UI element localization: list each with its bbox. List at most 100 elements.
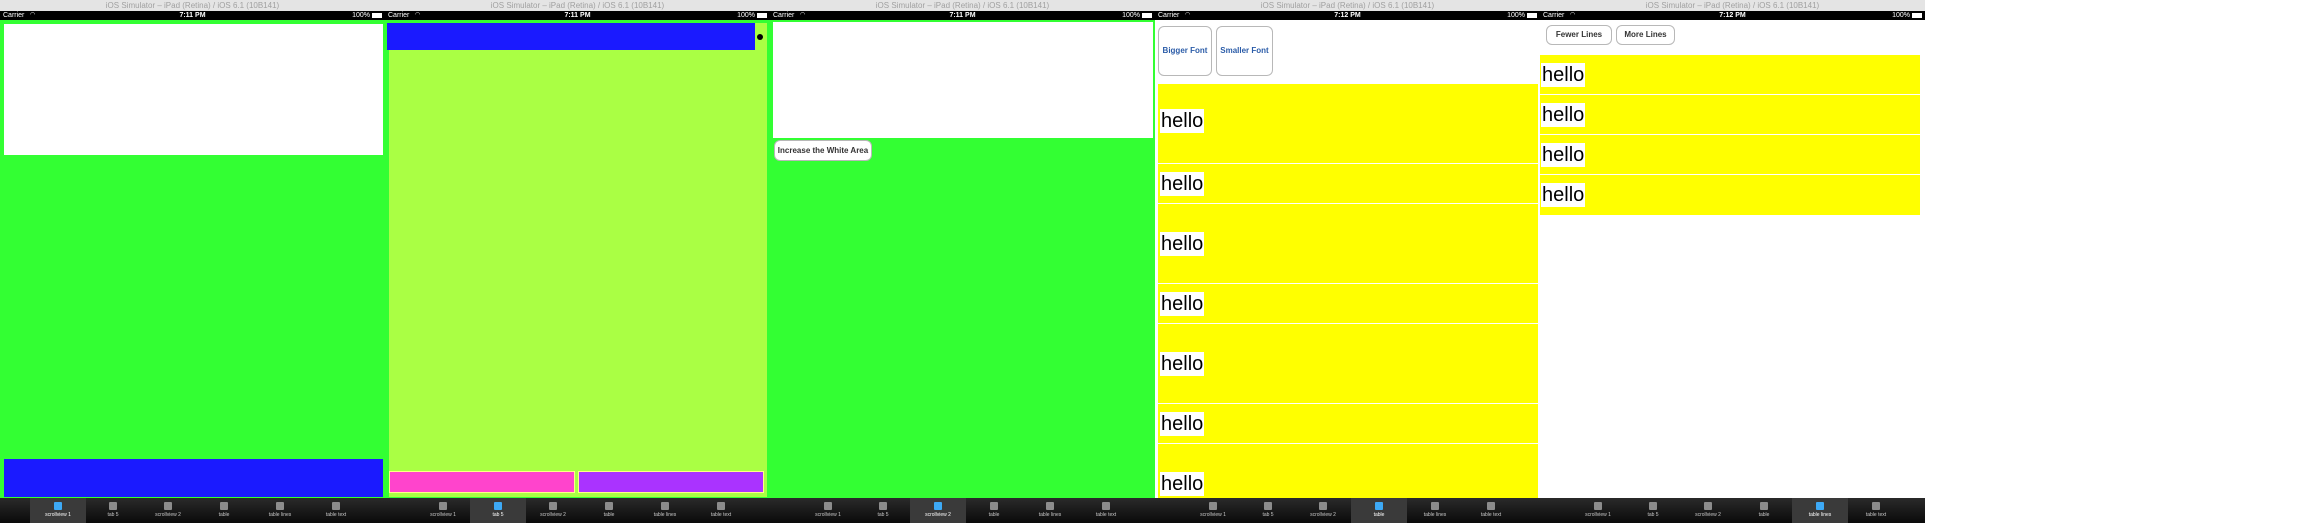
- smaller-font-button[interactable]: Smaller Font: [1216, 26, 1273, 76]
- window-title: iOS Simulator – iPad (Retina) / iOS 6.1 …: [1540, 0, 1925, 11]
- tab-table[interactable]: table: [1351, 498, 1407, 523]
- tab-icon: [276, 502, 284, 510]
- tab-table[interactable]: table: [966, 498, 1022, 523]
- tab-icon: [1649, 502, 1657, 510]
- green-scroll-area[interactable]: [0, 20, 385, 498]
- row-label: hello: [1160, 352, 1205, 376]
- tab-tab-5[interactable]: tab 5: [470, 498, 526, 523]
- tab-table[interactable]: table: [196, 498, 252, 523]
- table-row[interactable]: hello: [1158, 404, 1538, 444]
- tab-table-text[interactable]: table text: [693, 498, 749, 523]
- status-bar: Carrier ◠ 7:12 PM 100%: [1540, 11, 1925, 20]
- tab-scrollview-1[interactable]: scrollview 1: [1570, 498, 1626, 523]
- row-label: hello: [1160, 412, 1205, 436]
- tab-table-lines[interactable]: table lines: [1792, 498, 1848, 523]
- tab-label: scrollview 2: [1310, 512, 1336, 518]
- tab-table-text[interactable]: table text: [1848, 498, 1904, 523]
- tab-table-lines[interactable]: table lines: [637, 498, 693, 523]
- tab-table-text[interactable]: table text: [1078, 498, 1134, 523]
- table-view[interactable]: hello hello hello hello: [1540, 55, 1920, 215]
- tab-bar: scrollview 1 tab 5 scrollview 2 table table …: [0, 498, 385, 523]
- tab-table-text[interactable]: table text: [308, 498, 364, 523]
- tab-label: scrollview 2: [540, 512, 566, 518]
- green-scroll-area[interactable]: Increase the White Area: [770, 20, 1155, 498]
- window-title: iOS Simulator – iPad (Retina) / iOS 6.1 …: [1155, 0, 1540, 11]
- row-label: hello: [1160, 292, 1205, 316]
- row-label: hello: [1160, 172, 1205, 196]
- row-label: hello: [1541, 103, 1586, 127]
- table-row[interactable]: hello: [1158, 284, 1538, 324]
- tab-label: table text: [325, 512, 347, 518]
- blue-bar-view: [387, 23, 755, 50]
- table-row[interactable]: hello: [1158, 84, 1538, 164]
- purple-view: [578, 471, 764, 493]
- tab-label: scrollview 1: [430, 512, 456, 518]
- table-row[interactable]: hello: [1158, 444, 1538, 498]
- tab-scrollview-2[interactable]: scrollview 2: [1295, 498, 1351, 523]
- tab-label: scrollview 1: [1200, 512, 1226, 518]
- tab-label: table lines: [1808, 512, 1832, 518]
- tab-label: table: [218, 512, 230, 518]
- table-row[interactable]: hello: [1540, 95, 1920, 135]
- tab-icon: [549, 502, 557, 510]
- tab-icon: [494, 502, 502, 510]
- tab-table[interactable]: table: [1736, 498, 1792, 523]
- battery-indicator: 100%: [1122, 11, 1152, 20]
- tab-table-text[interactable]: table text: [1463, 498, 1519, 523]
- tab-icon: [1102, 502, 1110, 510]
- tab-label: scrollview 1: [45, 512, 71, 518]
- fewer-lines-button[interactable]: Fewer Lines: [1546, 25, 1612, 45]
- white-area: [773, 22, 1153, 138]
- bigger-font-button[interactable]: Bigger Font: [1158, 26, 1212, 76]
- tab-label: tab 5: [492, 512, 504, 518]
- tab-table-lines[interactable]: table lines: [1407, 498, 1463, 523]
- row-label: hello: [1160, 472, 1205, 496]
- tab-scrollview-2[interactable]: scrollview 2: [525, 498, 581, 523]
- more-lines-button[interactable]: More Lines: [1616, 25, 1675, 45]
- tab-label: scrollview 1: [1585, 512, 1611, 518]
- tab-scrollview-2[interactable]: scrollview 2: [1680, 498, 1736, 523]
- panel-table-lines: iOS Simulator – iPad (Retina) / iOS 6.1 …: [1540, 0, 1925, 523]
- battery-icon: [1527, 12, 1537, 18]
- tab-scrollview-2[interactable]: scrollview 2: [910, 498, 966, 523]
- tab-tab-5[interactable]: tab 5: [855, 498, 911, 523]
- table-row[interactable]: hello: [1158, 204, 1538, 284]
- tab-table-lines[interactable]: table lines: [252, 498, 308, 523]
- table-row[interactable]: hello: [1158, 324, 1538, 404]
- tab-label: scrollview 2: [155, 512, 181, 518]
- table-row[interactable]: hello: [1158, 164, 1538, 204]
- increase-white-area-button[interactable]: Increase the White Area: [774, 140, 872, 161]
- tab-scrollview-1[interactable]: scrollview 1: [1185, 498, 1241, 523]
- panel-scrollview-1: iOS Simulator – iPad (Retina) / iOS 6.1 …: [0, 0, 385, 523]
- tab-table[interactable]: table: [581, 498, 637, 523]
- battery-icon: [372, 12, 382, 18]
- tab-label: table: [1758, 512, 1770, 518]
- tab-icon: [934, 502, 942, 510]
- tab-label: scrollview 1: [815, 512, 841, 518]
- tab-table-lines[interactable]: table lines: [1022, 498, 1078, 523]
- battery-icon: [1142, 12, 1152, 18]
- panel-tab-5: iOS Simulator – iPad (Retina) / iOS 6.1 …: [385, 0, 770, 523]
- table-row[interactable]: hello: [1540, 175, 1920, 215]
- battery-label: 100%: [1892, 12, 1910, 19]
- tab-label: table lines: [1038, 512, 1062, 518]
- table-row[interactable]: hello: [1540, 55, 1920, 95]
- tab-label: table text: [710, 512, 732, 518]
- battery-indicator: 100%: [1507, 11, 1537, 20]
- row-label: hello: [1160, 109, 1205, 133]
- table-row[interactable]: hello: [1540, 135, 1920, 175]
- tab-tab-5[interactable]: tab 5: [85, 498, 141, 523]
- battery-label: 100%: [737, 12, 755, 19]
- tab-label: table lines: [268, 512, 292, 518]
- tab-tab-5[interactable]: tab 5: [1240, 498, 1296, 523]
- tab-label: tab 5: [1647, 512, 1659, 518]
- tab-tab-5[interactable]: tab 5: [1625, 498, 1681, 523]
- tab-label: table lines: [653, 512, 677, 518]
- table-view[interactable]: hello hello hello hello hello hello hell…: [1158, 84, 1538, 498]
- tab-scrollview-1[interactable]: scrollview 1: [800, 498, 856, 523]
- tab-icon: [1046, 502, 1054, 510]
- tab-bar: scrollview 1 tab 5 scrollview 2 table table …: [770, 498, 1155, 523]
- tab-scrollview-2[interactable]: scrollview 2: [140, 498, 196, 523]
- tab-scrollview-1[interactable]: scrollview 1: [415, 498, 471, 523]
- tab-scrollview-1[interactable]: scrollview 1: [30, 498, 86, 523]
